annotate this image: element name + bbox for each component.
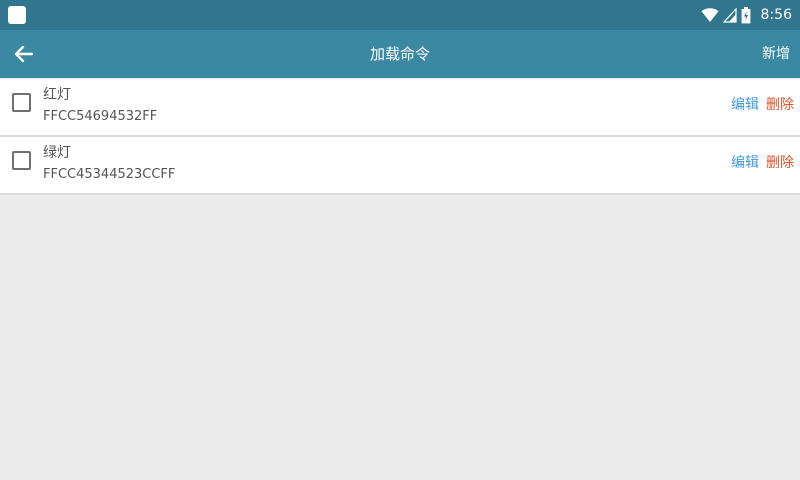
command-code: FFCC45344523CCFF bbox=[43, 167, 176, 182]
status-time: 8:56 bbox=[760, 7, 792, 23]
checkbox[interactable] bbox=[12, 151, 31, 170]
command-code: FFCC54694532FF bbox=[43, 109, 158, 124]
signal-icon bbox=[722, 7, 737, 23]
add-button[interactable]: 新增 bbox=[762, 30, 790, 78]
delete-button[interactable]: 删除 bbox=[766, 153, 794, 173]
row-actions: 编辑 删除 bbox=[731, 153, 794, 173]
app-icon bbox=[8, 6, 26, 24]
delete-button[interactable]: 删除 bbox=[766, 95, 794, 115]
back-button[interactable] bbox=[6, 36, 42, 72]
row-actions: 编辑 删除 bbox=[731, 95, 794, 115]
edit-button[interactable]: 编辑 bbox=[731, 153, 759, 173]
command-name: 绿灯 bbox=[43, 145, 71, 161]
checkbox[interactable] bbox=[12, 93, 31, 112]
page-title: 加载命令 bbox=[369, 45, 430, 63]
arrow-left-icon bbox=[14, 45, 34, 63]
app-bar: 加载命令 新增 bbox=[0, 30, 800, 78]
wifi-icon bbox=[701, 8, 719, 22]
list-item: 绿灯 FFCC45344523CCFF 编辑 删除 bbox=[0, 137, 800, 195]
battery-icon bbox=[741, 6, 750, 23]
command-list: 红灯 FFCC54694532FF 编辑 删除 绿灯 FFCC45344523C… bbox=[0, 79, 800, 195]
command-name: 红灯 bbox=[43, 87, 71, 103]
edit-button[interactable]: 编辑 bbox=[731, 95, 759, 115]
status-bar: 8:56 bbox=[0, 0, 800, 30]
status-indicators: 8:56 bbox=[701, 5, 792, 25]
list-item: 红灯 FFCC54694532FF 编辑 删除 bbox=[0, 79, 800, 137]
